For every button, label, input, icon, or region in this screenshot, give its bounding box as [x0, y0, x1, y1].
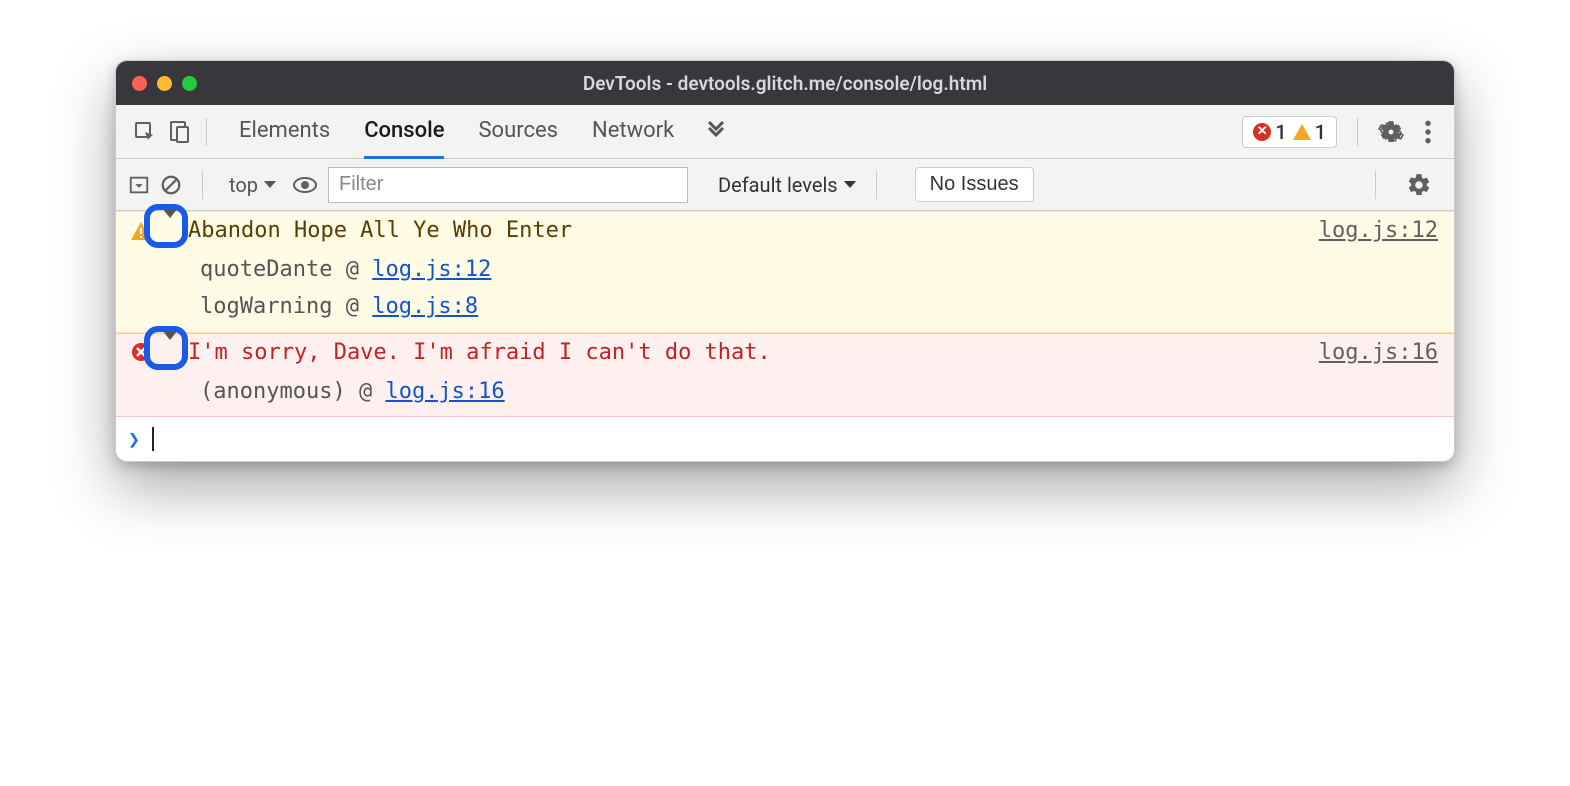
tab-sources[interactable]: Sources [478, 105, 558, 159]
issues-button[interactable]: No Issues [915, 167, 1034, 202]
clear-console-icon[interactable] [160, 174, 182, 196]
panel-tabs: Elements Console Sources Network [239, 105, 674, 159]
divider [1375, 171, 1376, 199]
window-controls [132, 76, 197, 91]
divider [206, 118, 207, 146]
chevron-down-icon [162, 330, 178, 365]
stack-fn: quoteDante [200, 257, 332, 282]
error-warning-badge[interactable]: ✕ 1 1 [1242, 116, 1337, 148]
maximize-window-button[interactable] [182, 76, 197, 91]
source-link[interactable]: log.js:12 [1319, 218, 1438, 243]
filter-input[interactable] [328, 167, 688, 203]
live-expression-icon[interactable] [292, 176, 318, 194]
window-title: DevTools - devtools.glitch.me/console/lo… [583, 72, 987, 95]
more-tabs-icon[interactable] [704, 120, 728, 144]
error-icon [130, 342, 152, 362]
source-link[interactable]: log.js:16 [1319, 340, 1438, 365]
warning-icon [130, 222, 152, 240]
console-output: Abandon Hope All Ye Who Enter log.js:12 … [116, 211, 1454, 461]
devtools-window: DevTools - devtools.glitch.me/console/lo… [115, 60, 1455, 462]
dropdown-icon [844, 181, 856, 189]
console-prompt[interactable]: ❯ [116, 417, 1454, 461]
kebab-menu-icon[interactable] [1414, 119, 1442, 145]
console-settings-icon[interactable] [1396, 172, 1442, 198]
console-toolbar: top Default levels No Issues [116, 159, 1454, 211]
stack-link[interactable]: log.js:12 [372, 257, 491, 282]
expand-toggle[interactable] [162, 340, 178, 365]
main-tabbar: Elements Console Sources Network ✕ 1 1 [116, 105, 1454, 159]
console-message-error: I'm sorry, Dave. I'm afraid I can't do t… [116, 333, 1454, 417]
stack-link[interactable]: log.js:16 [385, 379, 504, 404]
error-count: 1 [1275, 120, 1286, 144]
stack-frame: (anonymous) @ log.js:16 [200, 373, 1438, 410]
warning-count: 1 [1315, 120, 1326, 144]
stack-trace: quoteDante @ log.js:12 logWarning @ log.… [200, 251, 1438, 326]
settings-icon[interactable] [1368, 119, 1414, 145]
divider [876, 171, 877, 199]
context-label: top [229, 173, 258, 197]
text-cursor [152, 427, 154, 451]
console-message-warning: Abandon Hope All Ye Who Enter log.js:12 … [116, 211, 1454, 333]
titlebar: DevTools - devtools.glitch.me/console/lo… [116, 61, 1454, 105]
tab-console[interactable]: Console [364, 105, 444, 159]
minimize-window-button[interactable] [157, 76, 172, 91]
divider [202, 171, 203, 199]
message-text: Abandon Hope All Ye Who Enter [188, 218, 1309, 243]
chevron-down-icon [162, 208, 178, 243]
stack-frame: logWarning @ log.js:8 [200, 288, 1438, 325]
warning-icon [1293, 124, 1311, 140]
console-sidebar-toggle-icon[interactable] [128, 174, 150, 196]
stack-fn: logWarning [200, 294, 332, 319]
message-text: I'm sorry, Dave. I'm afraid I can't do t… [188, 340, 1309, 365]
tab-network[interactable]: Network [592, 105, 674, 159]
close-window-button[interactable] [132, 76, 147, 91]
log-levels-selector[interactable]: Default levels [718, 173, 856, 197]
stack-fn: (anonymous) [200, 379, 346, 404]
stack-trace: (anonymous) @ log.js:16 [200, 373, 1438, 410]
stack-frame: quoteDante @ log.js:12 [200, 251, 1438, 288]
context-selector[interactable]: top [223, 173, 282, 197]
divider [1357, 118, 1358, 146]
device-toolbar-icon[interactable] [162, 115, 196, 149]
error-icon: ✕ [1253, 123, 1271, 141]
tab-elements[interactable]: Elements [239, 105, 330, 159]
stack-link[interactable]: log.js:8 [372, 294, 478, 319]
dropdown-icon [264, 181, 276, 189]
inspect-element-icon[interactable] [128, 115, 162, 149]
levels-label: Default levels [718, 173, 838, 197]
expand-toggle[interactable] [162, 218, 178, 243]
prompt-chevron-icon: ❯ [128, 427, 140, 451]
